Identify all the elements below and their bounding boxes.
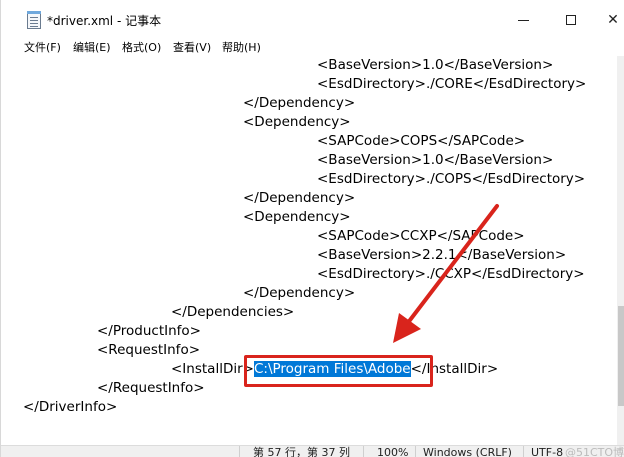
- code-line: </ProductInfo>: [97, 323, 201, 339]
- notepad-icon: [27, 11, 41, 29]
- title-bar[interactable]: *driver.xml - 记事本 ✕: [1, 0, 624, 38]
- code-line: <RequestInfo>: [97, 342, 201, 358]
- menu-edit[interactable]: 编辑(E): [73, 39, 111, 55]
- vertical-scrollbar[interactable]: [617, 56, 624, 445]
- code-line: <EsdDirectory>./CCXP</EsdDirectory>: [317, 266, 585, 282]
- menu-view[interactable]: 查看(V): [173, 39, 211, 55]
- menu-bar: 文件(F) 编辑(E) 格式(O) 查看(V) 帮助(H): [1, 38, 624, 56]
- code-line: <BaseVersion>1.0</BaseVersion>: [317, 152, 554, 168]
- code-line: </Dependencies>: [171, 304, 295, 320]
- code-line: <BaseVersion>1.0</BaseVersion>: [317, 57, 554, 73]
- scrollbar-thumb[interactable]: [618, 306, 624, 406]
- code-line: <SAPCode>CCXP</SAPCode>: [317, 228, 525, 244]
- code-line: </Dependency>: [243, 190, 356, 206]
- code-line: </RequestInfo>: [97, 380, 205, 396]
- minimize-button[interactable]: [503, 6, 543, 34]
- maximize-button[interactable]: [551, 6, 591, 34]
- highlight-box: [244, 355, 433, 387]
- code-line: <Dependency>: [243, 209, 351, 225]
- code-line: <EsdDirectory>./COPS</EsdDirectory>: [317, 171, 586, 187]
- code-line: <EsdDirectory>./CORE</EsdDirectory>: [317, 76, 587, 92]
- cursor-position: 第 57 行，第 37 列: [253, 446, 350, 457]
- maximize-icon: [566, 15, 576, 25]
- notepad-window: *driver.xml - 记事本 ✕ 文件(F) 编辑(E) 格式(O) 查看…: [0, 0, 624, 457]
- code-line: </Dependency>: [243, 285, 356, 301]
- watermark: @51CTO博客: [565, 446, 624, 457]
- minimize-icon: [517, 19, 529, 21]
- menu-file[interactable]: 文件(F): [24, 39, 61, 55]
- close-icon: ✕: [607, 12, 619, 28]
- encoding: UTF-8: [531, 446, 564, 457]
- code-line: <Dependency>: [243, 114, 351, 130]
- close-button[interactable]: ✕: [593, 6, 624, 34]
- code-line: </Dependency>: [243, 95, 356, 111]
- window-title: *driver.xml - 记事本: [47, 14, 162, 28]
- menu-format[interactable]: 格式(O): [122, 39, 161, 55]
- zoom-level: 100%: [377, 446, 409, 457]
- code-line: <BaseVersion>2.2.1</BaseVersion>: [317, 247, 567, 263]
- status-bar: 第 57 行，第 37 列 100% Windows (CRLF) UTF-8 …: [1, 445, 624, 457]
- menu-help[interactable]: 帮助(H): [222, 39, 261, 55]
- code-line: <SAPCode>COPS</SAPCode>: [317, 133, 526, 149]
- line-ending: Windows (CRLF): [423, 446, 512, 457]
- install-dir-open-tag: <InstallDir>: [171, 361, 254, 377]
- code-line: </DriverInfo>: [23, 399, 118, 415]
